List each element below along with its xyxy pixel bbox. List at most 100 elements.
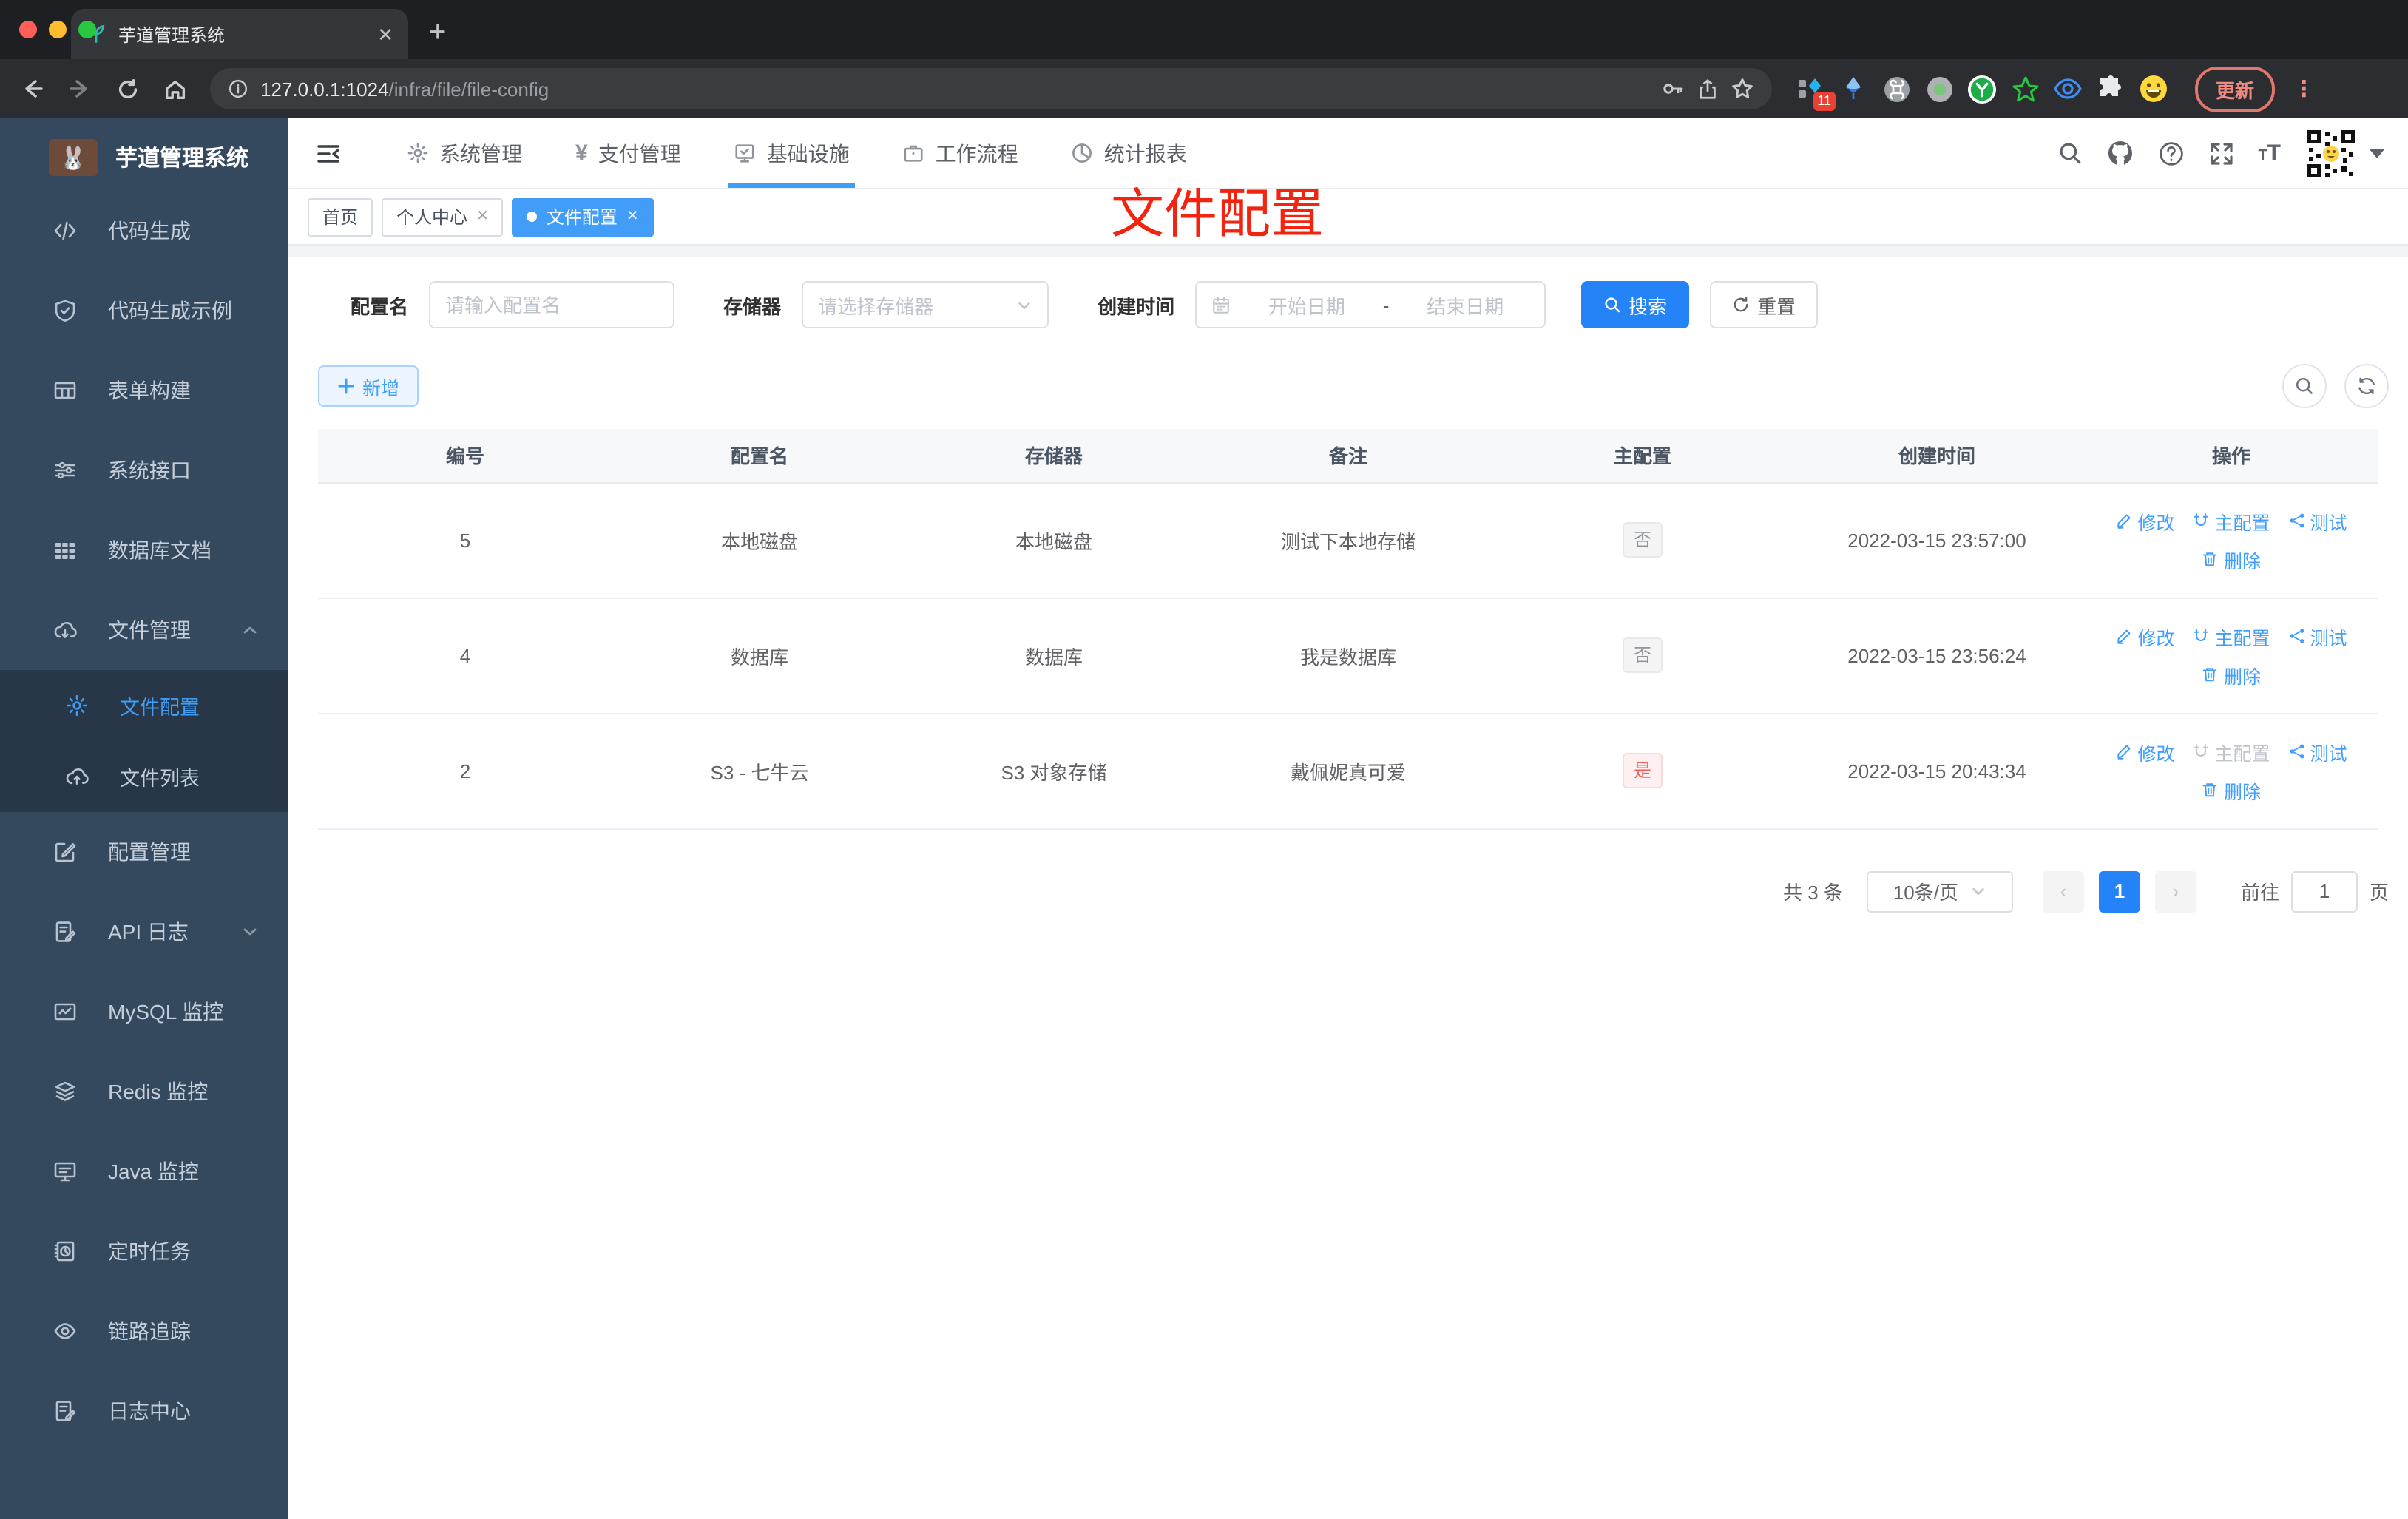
browser-menu-icon[interactable]: ⋮ [2293, 75, 2315, 102]
nav-item-system[interactable]: 系统管理 [380, 118, 549, 188]
url-bar[interactable]: 127.0.0.1:1024/infra/file/file-config [210, 68, 1772, 109]
table-header-row: 编号 配置名 存储器 备注 主配置 创建时间 操作 [318, 429, 2378, 483]
eye-icon [53, 1319, 77, 1343]
forward-icon[interactable] [59, 68, 101, 109]
tag-label: 文件配置 [546, 207, 618, 228]
delete-link[interactable]: 删除 [2202, 660, 2261, 689]
sidebar-item-form-builder[interactable]: 表单构建 [0, 351, 288, 430]
sidebar-item-scheduled-jobs[interactable]: 定时任务 [0, 1211, 288, 1291]
edit-link[interactable]: 修改 [2115, 737, 2174, 765]
cell-storage: 数据库 [907, 598, 1201, 714]
sidebar-item-config-management[interactable]: 配置管理 [0, 812, 288, 892]
sidebar-item-redis-monitor[interactable]: Redis 监控 [0, 1052, 288, 1131]
goto-page-input[interactable] [2290, 870, 2358, 912]
share-icon[interactable] [1697, 78, 1719, 100]
table-toolbar: 新增 [318, 364, 2389, 408]
test-link[interactable]: 测试 [2288, 737, 2347, 765]
goto-label: 前往 [2240, 882, 2279, 904]
emoji-extension-icon[interactable] [2139, 74, 2168, 104]
active-dot [527, 212, 538, 222]
delete-link[interactable]: 删除 [2202, 776, 2261, 804]
start-date-placeholder: 开始日期 [1268, 295, 1345, 317]
fullscreen-icon[interactable] [2208, 140, 2234, 166]
collapse-sidebar-icon[interactable] [303, 128, 354, 178]
close-window-button[interactable] [19, 21, 37, 38]
cell-id: 2 [318, 713, 612, 829]
site-info-icon[interactable] [228, 78, 248, 99]
browser-tab[interactable]: 芋道管理系统 ✕ [71, 9, 408, 59]
tag-file-config[interactable]: 文件配置 ✕ [512, 197, 654, 236]
refresh-icon-button[interactable] [2344, 364, 2389, 408]
nav-label: 支付管理 [598, 141, 681, 165]
home-icon[interactable] [154, 68, 195, 109]
search-icon[interactable] [2057, 141, 2082, 166]
help-icon[interactable] [2157, 140, 2184, 166]
reload-icon[interactable] [106, 68, 148, 109]
sidebar-item-system-api[interactable]: 系统接口 [0, 430, 288, 510]
puzzle-extension-icon[interactable] [2096, 74, 2125, 104]
nav-item-workflow[interactable]: 工作流程 [876, 118, 1045, 188]
sidebar-item-api-log[interactable]: API 日志 [0, 892, 288, 972]
sidebar-item-label: Java 监控 [108, 1160, 199, 1183]
back-icon[interactable] [12, 68, 53, 109]
page-size-select[interactable]: 10条/页 [1866, 870, 2013, 912]
delete-link[interactable]: 删除 [2202, 545, 2261, 573]
show-search-icon-button[interactable] [2282, 364, 2327, 408]
pinned-extension-icon[interactable]: 11 [1796, 74, 1836, 111]
sidebar-item-file-list[interactable]: 文件列表 [0, 741, 288, 812]
dashboard-icon [1072, 142, 1094, 164]
master-link[interactable]: 主配置 [2192, 622, 2270, 650]
storage-select[interactable]: 请选择存储器 [802, 281, 1049, 328]
current-page-button[interactable]: 1 [2098, 870, 2140, 912]
sliders-icon [53, 459, 77, 482]
sidebar-item-db-doc[interactable]: 数据库文档 [0, 510, 288, 590]
tab-close-icon[interactable]: ✕ [377, 24, 393, 44]
prev-page-button[interactable]: ‹ [2042, 870, 2084, 912]
form-icon [53, 379, 77, 402]
browser-update-button[interactable]: 更新 [2195, 66, 2276, 112]
new-tab-button[interactable]: + [429, 16, 446, 59]
tag-home[interactable]: 首页 [308, 197, 373, 236]
sidebar-item-label: API 日志 [108, 920, 189, 944]
test-link[interactable]: 测试 [2288, 507, 2347, 535]
minimize-window-button[interactable] [49, 21, 67, 38]
font-size-icon[interactable]: TT [2258, 141, 2281, 166]
gray-circle-extension-icon[interactable] [1924, 74, 1954, 104]
master-link[interactable]: 主配置 [2192, 507, 2270, 535]
star-extension-icon[interactable] [2010, 74, 2040, 104]
github-icon[interactable] [2106, 139, 2134, 167]
reset-button-label: 重置 [1757, 295, 1796, 317]
test-link[interactable]: 测试 [2288, 622, 2347, 650]
y-extension-icon[interactable] [1967, 74, 1997, 104]
add-button[interactable]: 新增 [318, 365, 419, 407]
tag-profile[interactable]: 个人中心 ✕ [382, 197, 504, 236]
sidebar-item-log-center[interactable]: 日志中心 [0, 1371, 288, 1451]
sidebar-item-file-config[interactable]: 文件配置 [0, 670, 288, 741]
col-remark: 备注 [1201, 429, 1495, 483]
password-key-icon[interactable] [1661, 77, 1685, 101]
sidebar-item-trace[interactable]: 链路追踪 [0, 1291, 288, 1371]
nav-item-payment[interactable]: ¥ 支付管理 [549, 118, 708, 188]
sidebar-logo[interactable]: 🐰 芋道管理系统 [0, 118, 288, 191]
sidebar-item-java-monitor[interactable]: Java 监控 [0, 1131, 288, 1211]
sidebar-item-code-gen-demo[interactable]: 代码生成示例 [0, 271, 288, 351]
close-icon[interactable]: ✕ [476, 209, 489, 225]
kite-extension-icon[interactable] [1839, 74, 1868, 104]
nav-item-infrastructure[interactable]: 基础设施 [708, 118, 876, 188]
edit-link[interactable]: 修改 [2115, 622, 2174, 650]
close-icon[interactable]: ✕ [626, 209, 639, 225]
sidebar-item-mysql-monitor[interactable]: MySQL 监控 [0, 972, 288, 1052]
command-extension-icon[interactable] [1881, 74, 1911, 104]
sidebar-item-code-gen[interactable]: 代码生成 [0, 191, 288, 271]
eye-extension-icon[interactable] [2053, 74, 2083, 104]
user-menu[interactable] [2304, 126, 2384, 180]
maximize-window-button[interactable] [78, 21, 96, 38]
sidebar-item-file-management[interactable]: 文件管理 [0, 590, 288, 670]
date-range-picker[interactable]: 开始日期 - 结束日期 [1195, 281, 1546, 328]
next-page-button[interactable]: › [2154, 870, 2196, 912]
search-button[interactable]: 搜索 [1581, 281, 1690, 328]
edit-link[interactable]: 修改 [2115, 507, 2174, 535]
reset-button[interactable]: 重置 [1710, 281, 1819, 328]
config-name-input[interactable] [429, 281, 675, 328]
bookmark-star-icon[interactable] [1731, 77, 1754, 101]
